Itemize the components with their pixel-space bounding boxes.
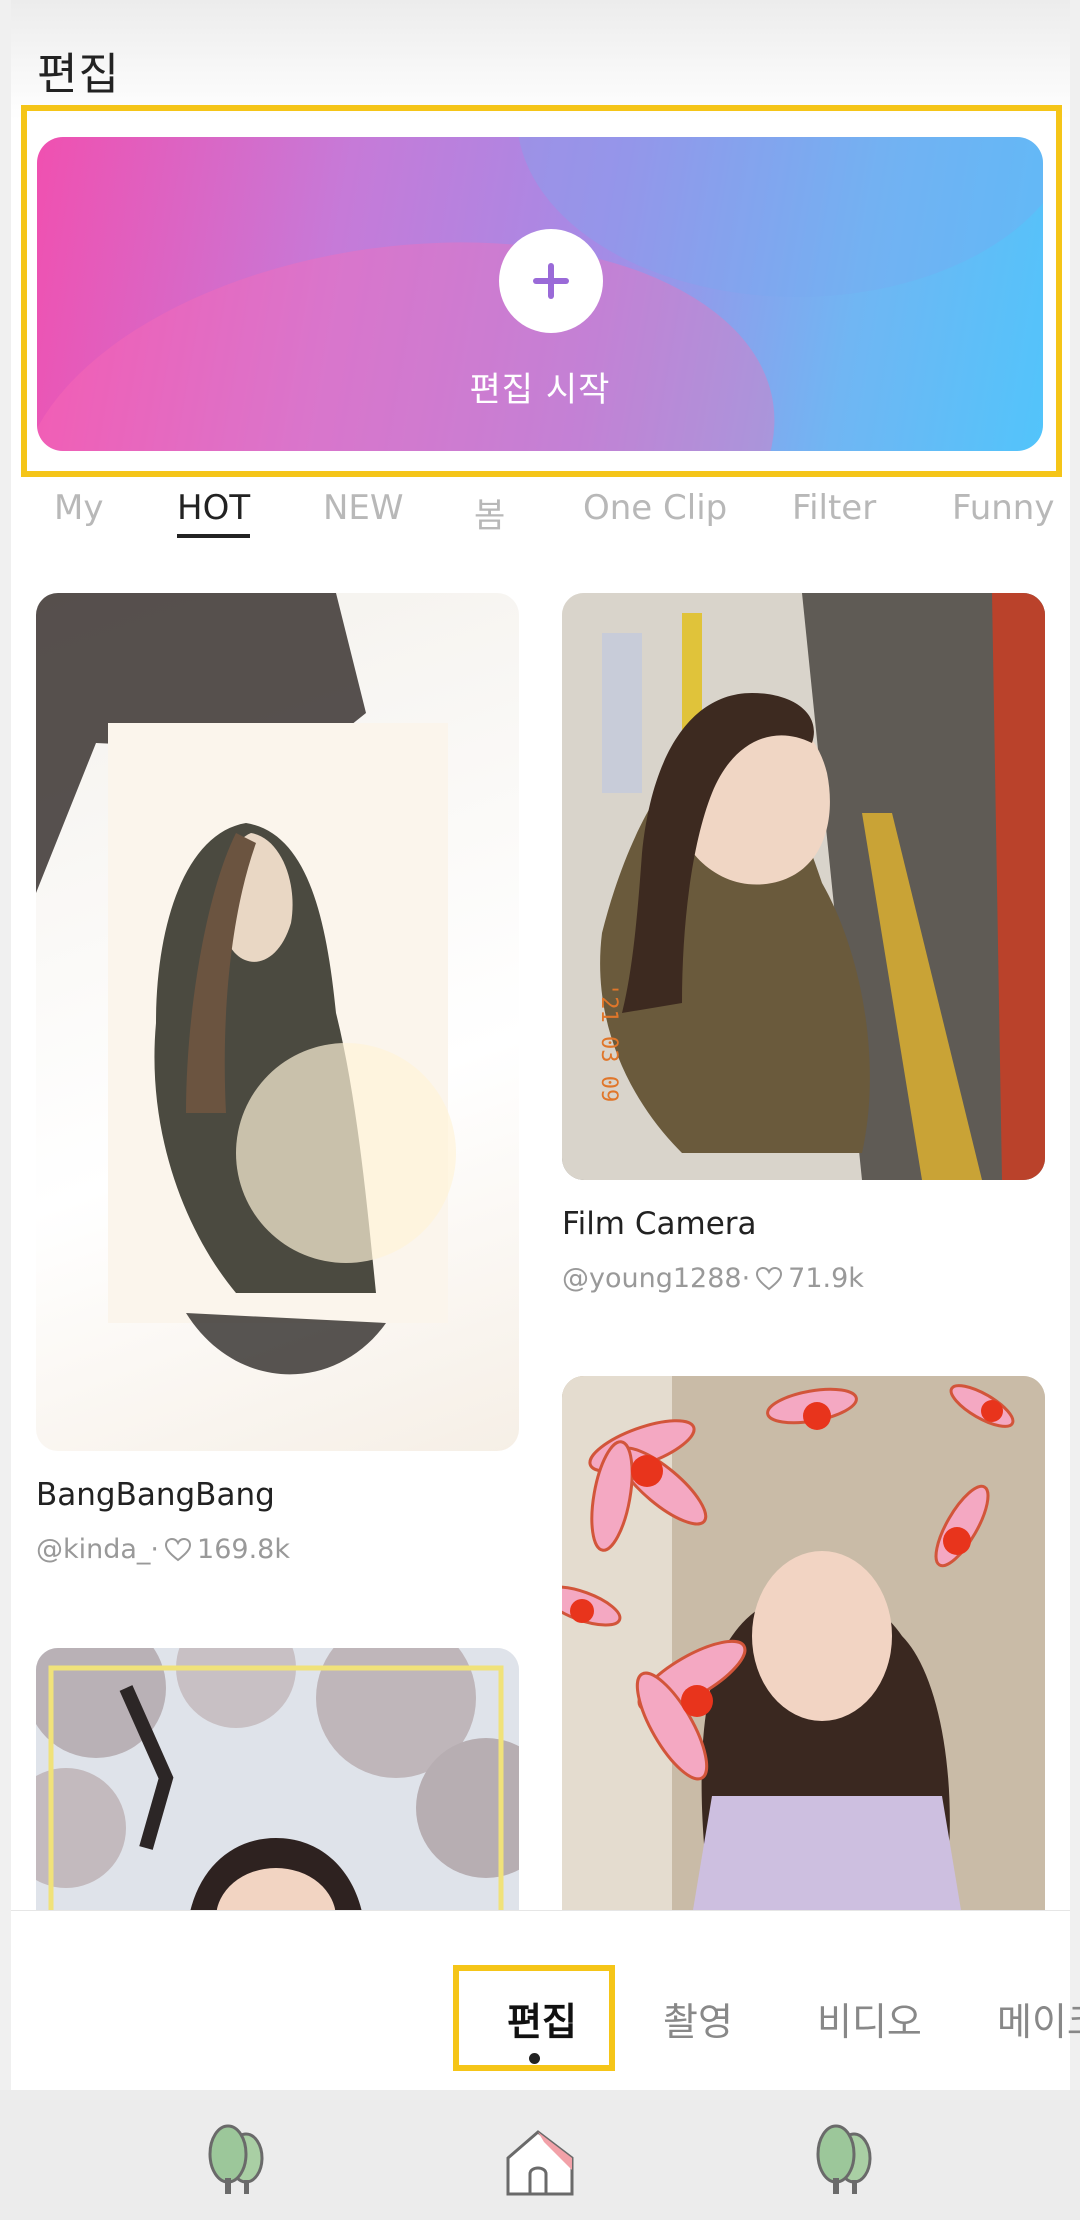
nav-home-button[interactable] (500, 2120, 580, 2200)
edit-screen: 편집 편집 시작 My HOT NEW 봄 One Clip Filter Fu… (11, 0, 1070, 2090)
template-thumbnail-bangbangbang[interactable] (36, 593, 519, 1451)
card-title: BangBangBang (36, 1477, 275, 1513)
system-nav-bar (0, 2090, 1080, 2220)
card-likes: 71.9k (788, 1263, 864, 1294)
plus-icon (533, 263, 569, 299)
tree-icon (208, 2124, 264, 2194)
tab-filter[interactable]: Filter (792, 488, 876, 528)
tab-funny[interactable]: Funny (952, 488, 1054, 528)
start-edit-label: 편집 시작 (469, 370, 611, 410)
category-tabs: My HOT NEW 봄 One Clip Filter Funny (11, 488, 1070, 548)
template-preview-image (36, 1648, 519, 1968)
add-button[interactable] (499, 229, 603, 333)
heart-icon (165, 1537, 192, 1561)
card-title: Film Camera (562, 1206, 757, 1242)
template-preview-image (36, 593, 456, 1375)
tab-hot[interactable]: HOT (177, 488, 251, 538)
mode-edit[interactable]: 편집 (507, 1991, 577, 2046)
mode-video[interactable]: 비디오 (817, 1991, 922, 2046)
card-author: @kinda_· (36, 1534, 160, 1565)
tab-one-clip[interactable]: One Clip (583, 488, 727, 528)
heart-icon (756, 1266, 783, 1290)
photo-date-stamp: '21 03 09 (596, 983, 621, 1102)
start-edit-banner[interactable]: 편집 시작 (37, 137, 1043, 451)
tree-icon (816, 2124, 872, 2194)
card-meta: @kinda_· 169.8k (36, 1534, 290, 1565)
template-thumbnail-film-camera[interactable]: '21 03 09 (562, 593, 1045, 1180)
template-preview-image (562, 1376, 1045, 1916)
mode-makeup[interactable]: 메이크 (997, 1991, 1080, 2046)
template-preview-image: '21 03 09 (562, 593, 1045, 1180)
page-title: 편집 (37, 49, 120, 100)
card-likes: 169.8k (197, 1534, 290, 1565)
card-author: @young1288· (562, 1263, 751, 1294)
active-mode-indicator (529, 2053, 540, 2064)
home-icon (506, 2130, 574, 2196)
nav-right-button[interactable] (804, 2120, 884, 2200)
tab-spring[interactable]: 봄 (474, 488, 505, 537)
mode-selector: 편집 촬영 비디오 메이크 (11, 1910, 1080, 2091)
mode-camera[interactable]: 촬영 (663, 1991, 733, 2046)
tab-my[interactable]: My (54, 488, 103, 528)
card-meta: @young1288· 71.9k (562, 1263, 864, 1294)
nav-left-button[interactable] (196, 2120, 276, 2200)
tab-new[interactable]: NEW (323, 488, 404, 528)
